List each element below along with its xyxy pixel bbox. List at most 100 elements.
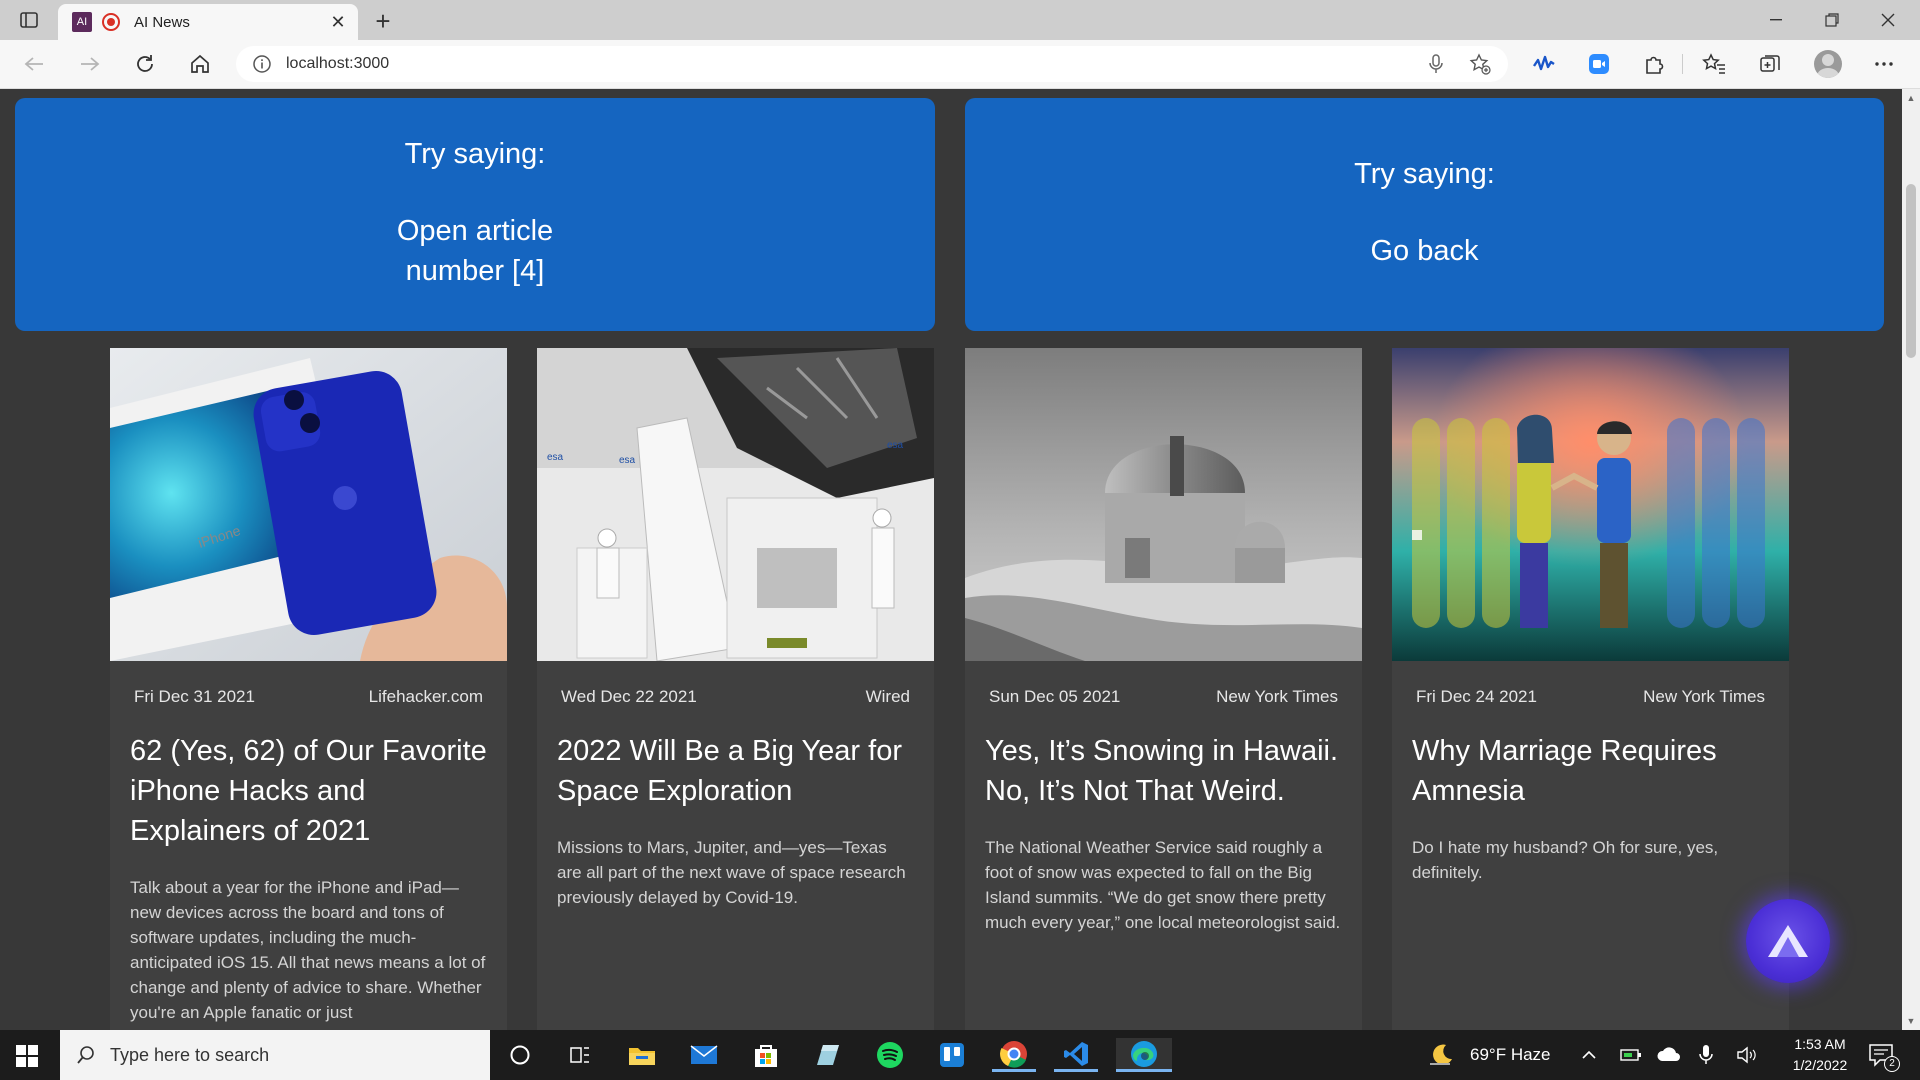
search-icon (77, 1046, 94, 1064)
file-explorer-icon[interactable] (620, 1038, 664, 1072)
recording-icon (102, 13, 120, 31)
browser-tab[interactable]: AI AI News ✕ (58, 4, 358, 40)
assistant-logo-icon (1768, 925, 1808, 957)
news-card[interactable]: Fri Dec 24 2021 New York Times Why Marri… (1392, 348, 1789, 1030)
notifications-icon[interactable]: 2 (1868, 1042, 1900, 1072)
url-text[interactable]: localhost:3000 (286, 55, 389, 73)
volume-icon[interactable] (1736, 1046, 1758, 1064)
microsoft-store-icon[interactable] (744, 1038, 788, 1072)
news-card[interactable]: iPhone Fri Dec 31 2021 Lifehacker.com 62… (110, 348, 507, 1030)
article-title[interactable]: 2022 Will Be a Big Year for Space Explor… (537, 731, 934, 811)
site-info-icon[interactable] (252, 54, 272, 74)
profile-avatar[interactable] (1814, 50, 1842, 78)
new-tab-button[interactable]: + (368, 6, 398, 36)
tab-actions-icon[interactable] (16, 8, 42, 32)
restore-button[interactable] (1804, 0, 1860, 40)
scroll-down-icon[interactable]: ▼ (1906, 1016, 1916, 1026)
article-title[interactable]: Why Marriage Requires Amnesia (1392, 731, 1789, 811)
taskbar-clock[interactable]: 1:53 AM 1/2/2022 (1760, 1034, 1880, 1076)
page-scrollbar[interactable]: ▲ ▼ (1902, 89, 1920, 1030)
vscode-icon[interactable] (1054, 1038, 1098, 1072)
clock-date: 1/2/2022 (1792, 1057, 1848, 1073)
instruction-card: Try saying: Open article number [4] (15, 98, 935, 331)
show-hidden-icons-chevron-icon[interactable] (1580, 1046, 1598, 1064)
address-bar[interactable]: localhost:3000 (236, 46, 1508, 82)
article-title[interactable]: Yes, It’s Snowing in Hawaii. No, It’s No… (965, 731, 1362, 811)
article-description: Talk about a year for the iPhone and iPa… (130, 878, 486, 1022)
microphone-tray-icon[interactable] (1698, 1044, 1714, 1066)
weather-text[interactable]: 69°F Haze (1470, 1045, 1551, 1065)
article-title[interactable]: 62 (Yes, 62) of Our Favorite iPhone Hack… (110, 731, 507, 851)
network-cloud-icon[interactable] (1656, 1045, 1682, 1065)
article-date: Fri Dec 24 2021 (1416, 687, 1537, 706)
notes-app-icon[interactable] (806, 1038, 850, 1072)
battery-icon[interactable] (1620, 1046, 1642, 1064)
app-favicon-icon: AI (72, 12, 92, 32)
article-meta: Fri Dec 31 2021 Lifehacker.com (110, 687, 507, 707)
notification-count-badge: 2 (1884, 1056, 1900, 1072)
tab-title: AI News (134, 13, 190, 31)
windows-start-icon[interactable] (16, 1045, 38, 1067)
voice-assistant-button[interactable] (1746, 899, 1830, 983)
news-card[interactable]: Sun Dec 05 2021 New York Times Yes, It’s… (965, 348, 1362, 1030)
article-date: Wed Dec 22 2021 (561, 687, 697, 706)
article-source: New York Times (1216, 687, 1338, 706)
task-view-icon[interactable] (558, 1038, 602, 1072)
back-arrow-icon[interactable] (22, 52, 46, 76)
refresh-icon[interactable] (133, 52, 157, 76)
article-description: The National Weather Service said roughl… (985, 838, 1341, 932)
close-tab-icon[interactable]: ✕ (326, 10, 350, 34)
page-viewport: Try saying: Open article number [4] Try … (0, 89, 1902, 1030)
article-image: iPhone (110, 348, 507, 661)
voice-wave-extension-icon[interactable] (1532, 52, 1556, 76)
search-placeholder: Type here to search (110, 1044, 270, 1065)
weather-moon-icon[interactable] (1428, 1042, 1454, 1068)
scrollbar-thumb[interactable] (1906, 184, 1916, 358)
zoom-extension-icon[interactable] (1587, 52, 1611, 76)
instruction-heading: Try saying: (404, 138, 546, 170)
svg-text:esa: esa (547, 452, 564, 463)
add-favorite-icon[interactable] (1468, 52, 1492, 76)
forward-arrow-icon[interactable] (78, 52, 102, 76)
more-menu-icon[interactable] (1872, 52, 1896, 76)
article-image: esa esa esa (537, 348, 934, 661)
article-image (965, 348, 1362, 661)
close-window-button[interactable] (1860, 0, 1916, 40)
article-source: Lifehacker.com (368, 687, 483, 706)
svg-text:esa: esa (887, 440, 904, 451)
microphone-icon[interactable] (1424, 52, 1448, 76)
instruction-heading: Try saying: (1354, 158, 1495, 190)
news-card[interactable]: esa esa esa Wed Dec 22 2021 Wired 2022 W… (537, 348, 934, 1030)
article-meta: Fri Dec 24 2021 New York Times (1392, 687, 1789, 707)
home-icon[interactable] (188, 52, 212, 76)
scroll-up-icon[interactable]: ▲ (1906, 93, 1916, 103)
article-date: Fri Dec 31 2021 (134, 687, 255, 706)
article-meta: Wed Dec 22 2021 Wired (537, 687, 934, 707)
cortana-icon[interactable] (498, 1038, 542, 1072)
collections-icon[interactable] (1758, 52, 1782, 76)
instruction-card: Try saying: Go back (965, 98, 1884, 331)
article-date: Sun Dec 05 2021 (989, 687, 1121, 706)
chrome-icon[interactable] (992, 1038, 1036, 1072)
favorites-icon[interactable] (1702, 52, 1726, 76)
browser-toolbar: localhost:3000 (0, 40, 1920, 89)
article-source: Wired (865, 687, 910, 706)
minimize-button[interactable] (1748, 0, 1804, 40)
instruction-command: Go back (1370, 235, 1479, 267)
svg-text:esa: esa (619, 455, 636, 466)
mail-icon[interactable] (682, 1038, 726, 1072)
article-description: Missions to Mars, Jupiter, and—yes—Texas… (557, 838, 906, 907)
article-description: Do I hate my husband? Oh for sure, yes, … (1412, 838, 1719, 882)
tab-strip: AI AI News ✕ + (0, 0, 1920, 40)
edge-icon[interactable] (1116, 1038, 1172, 1072)
taskbar-search-box[interactable]: Type here to search (60, 1030, 490, 1080)
article-image (1392, 348, 1789, 661)
extensions-puzzle-icon[interactable] (1642, 52, 1666, 76)
toolbar-divider (1682, 54, 1683, 74)
spotify-icon[interactable] (868, 1038, 912, 1072)
clock-time: 1:53 AM (1794, 1036, 1846, 1052)
article-source: New York Times (1643, 687, 1765, 706)
trello-icon[interactable] (930, 1038, 974, 1072)
instruction-command: Open article number [4] (396, 215, 554, 287)
article-meta: Sun Dec 05 2021 New York Times (965, 687, 1362, 707)
